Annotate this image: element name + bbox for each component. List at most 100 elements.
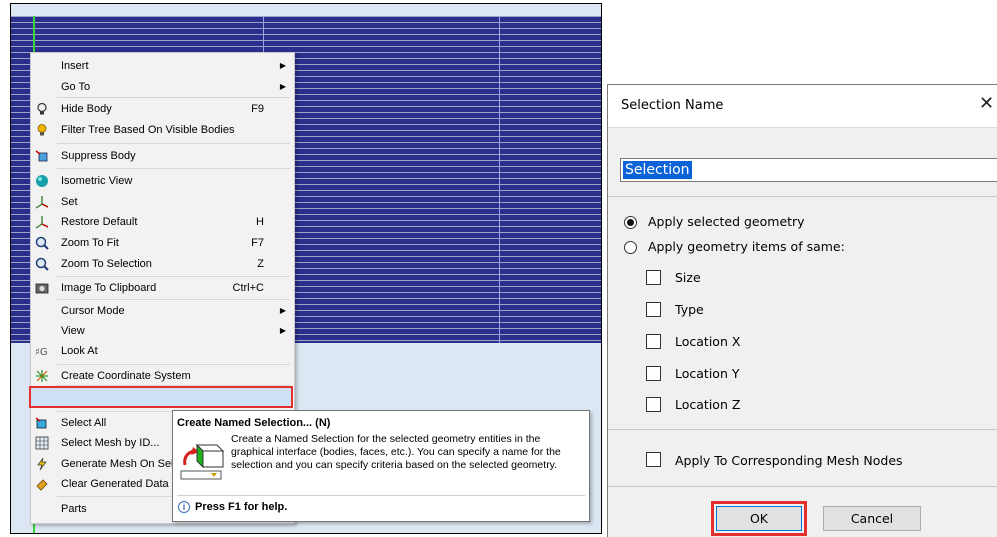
menu-separator	[57, 364, 290, 365]
mesh-divider	[499, 16, 500, 343]
divider	[608, 486, 997, 487]
menu-item-label: Clear Generated Data C	[61, 478, 180, 490]
ok-button[interactable]: OK	[716, 506, 802, 531]
menu-separator	[57, 97, 290, 98]
menu-item-label: View	[61, 325, 85, 337]
menu-item-filter-tree-based-on-visible-bodies[interactable]: Filter Tree Based On Visible Bodies	[31, 120, 294, 140]
radio-apply-same-label: Apply geometry items of same:	[648, 239, 845, 254]
checkbox-type-label: Type	[675, 302, 704, 317]
menu-item-isometric-view[interactable]: Isometric View	[31, 171, 294, 191]
checkbox-location-z-label: Location Z	[675, 397, 741, 412]
select-all-icon	[35, 416, 49, 430]
camera-icon	[35, 281, 49, 295]
menu-item-shortcut: Z	[257, 258, 264, 270]
menu-item-label: Zoom To Fit	[61, 237, 119, 249]
checkbox-location-x[interactable]	[646, 334, 661, 349]
menu-item-zoom-to-fit[interactable]: Zoom To Fit F7	[31, 233, 294, 253]
menu-item-create-coordinate-system[interactable]: Create Coordinate System	[31, 366, 294, 386]
menu-item-label: Select All	[61, 417, 107, 429]
lightning-icon	[35, 457, 49, 471]
menu-item-label: Zoom To Selection	[61, 258, 152, 270]
tooltip-divider	[177, 495, 585, 496]
tooltip-title: Create Named Selection... (N)	[177, 417, 331, 429]
radio-apply-same[interactable]	[624, 241, 637, 254]
radio-apply-selected-label: Apply selected geometry	[648, 214, 805, 229]
submenu-arrow-icon: ▶	[279, 61, 286, 70]
close-icon[interactable]: ✕	[979, 93, 994, 114]
submenu-arrow-icon: ▶	[279, 326, 286, 335]
menu-item-hide-body[interactable]: Hide Body F9	[31, 99, 294, 119]
menu-item-label: Restore Default	[61, 216, 138, 228]
menu-item-restore-default[interactable]: Restore Default H	[31, 212, 294, 232]
menu-item-shortcut: Ctrl+C	[232, 282, 264, 294]
zoom-icon	[35, 236, 49, 250]
checkbox-location-y-label: Location Y	[675, 366, 740, 381]
menu-item-label: Create Coordinate System	[61, 370, 191, 382]
radio-apply-selected[interactable]	[624, 216, 637, 229]
svg-text:♯G: ♯G	[35, 347, 48, 358]
menu-item-zoom-to-selection[interactable]: Zoom To Selection Z	[31, 254, 294, 274]
divider	[608, 429, 997, 430]
divider	[608, 196, 997, 197]
menu-item-label: Filter Tree Based On Visible Bodies	[61, 124, 235, 136]
checkbox-mesh-nodes-label: Apply To Corresponding Mesh Nodes	[675, 453, 903, 468]
menu-item-view[interactable]: View ▶	[31, 321, 294, 341]
menu-item-label: Go To	[61, 81, 91, 93]
tooltip-description: Create a Named Selection for the selecte…	[231, 433, 561, 471]
menu-item-go-to[interactable]: Go To ▶	[31, 77, 294, 97]
menu-separator	[57, 299, 290, 300]
zoom-icon	[35, 257, 49, 271]
menu-separator	[57, 168, 290, 169]
menu-item-label: Generate Mesh On Sele	[61, 458, 180, 470]
menu-item-label: Insert	[61, 60, 89, 72]
menu-item-shortcut: H	[256, 216, 264, 228]
checkbox-size[interactable]	[646, 270, 661, 285]
look-at-icon: ♯G	[35, 344, 49, 358]
menu-item-label: Hide Body	[61, 103, 112, 115]
eraser-icon	[35, 477, 49, 491]
bulb-filled-icon	[35, 123, 49, 137]
bulb-outline-icon	[35, 102, 49, 116]
menu-item-image-to-clipboard[interactable]: Image To Clipboard Ctrl+C	[31, 278, 294, 298]
menu-item-label: Suppress Body	[61, 150, 136, 162]
menu-item-label: Select Mesh by ID...	[61, 437, 160, 449]
suppress-body-icon	[35, 149, 49, 163]
menu-item-set[interactable]: Set	[31, 192, 294, 212]
menu-item-label: Isometric View	[61, 175, 133, 187]
checkbox-size-label: Size	[675, 270, 701, 285]
menu-item-label: Look At	[61, 345, 98, 357]
named-selection-highlight	[29, 386, 293, 408]
menu-item-suppress-body[interactable]: Suppress Body	[31, 146, 294, 166]
checkbox-type[interactable]	[646, 302, 661, 317]
tooltip-help: Press F1 for help.	[195, 501, 288, 513]
checkbox-location-x-label: Location X	[675, 334, 741, 349]
checkbox-mesh-nodes[interactable]	[646, 452, 661, 467]
submenu-arrow-icon: ▶	[279, 306, 286, 315]
info-icon: i	[178, 501, 190, 513]
named-selection-icon	[180, 443, 225, 480]
tooltip: Create Named Selection... (N) Create a N…	[172, 410, 590, 522]
menu-separator	[57, 276, 290, 277]
checkbox-location-z[interactable]	[646, 397, 661, 412]
menu-item-shortcut: F9	[251, 103, 264, 115]
menu-item-shortcut: F7	[251, 237, 264, 249]
menu-separator	[57, 143, 290, 144]
menu-item-insert[interactable]: Insert ▶	[31, 56, 294, 76]
menu-item-label: Image To Clipboard	[61, 282, 157, 294]
selection-name-value: Selection	[623, 161, 692, 179]
checkbox-location-y[interactable]	[646, 366, 661, 381]
selection-name-dialog: Selection Name ✕ Selection ✕ Apply selec…	[607, 84, 997, 537]
axes-icon	[35, 195, 49, 209]
selection-name-input[interactable]: Selection ✕	[620, 158, 997, 182]
cancel-button[interactable]: Cancel	[823, 506, 921, 531]
mesh-id-icon	[35, 436, 49, 450]
menu-item-label: Cursor Mode	[61, 305, 125, 317]
dialog-titlebar: Selection Name ✕	[608, 85, 997, 128]
menu-item-label: Set	[61, 196, 78, 208]
menu-item-label: Parts	[61, 503, 87, 515]
menu-item-look-at[interactable]: ♯G Look At	[31, 341, 294, 361]
submenu-arrow-icon: ▶	[279, 82, 286, 91]
dialog-title: Selection Name	[621, 98, 724, 113]
menu-item-cursor-mode[interactable]: Cursor Mode ▶	[31, 301, 294, 321]
sphere-icon	[35, 174, 49, 188]
